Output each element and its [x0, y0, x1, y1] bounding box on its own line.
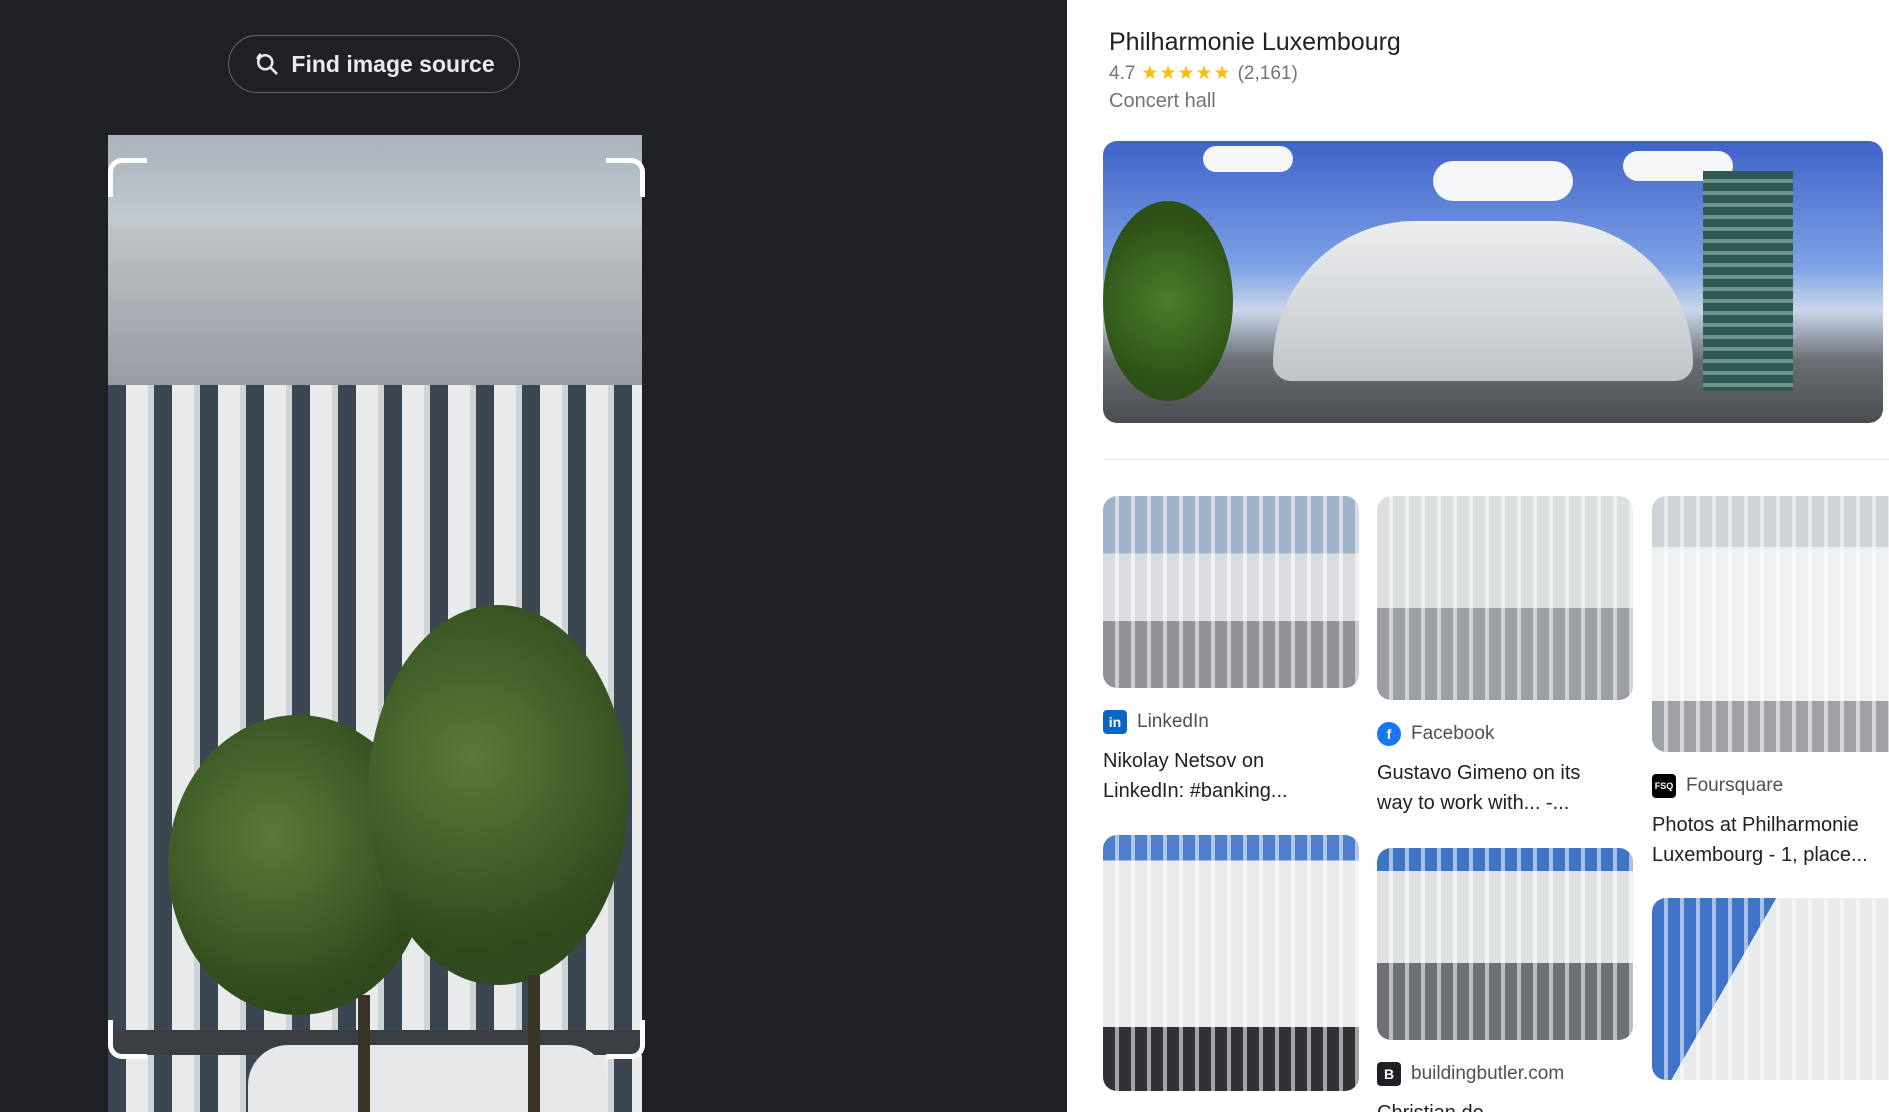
pillars [1652, 496, 1889, 752]
concert-hall [1273, 221, 1693, 381]
result-caption-line: LinkedIn: #banking... [1103, 780, 1288, 802]
result-thumbnail[interactable] [1103, 835, 1359, 1091]
cloud [1433, 161, 1573, 201]
crop-handle-bottom-right[interactable] [606, 1020, 645, 1059]
result-source[interactable]: B buildingbutler.com [1377, 1062, 1633, 1086]
result-card[interactable]: FSQ Foursquare Photos at Philharmonie Lu… [1652, 496, 1889, 870]
buildingbutler-icon: B [1377, 1062, 1401, 1086]
result-thumbnail[interactable] [1652, 496, 1889, 752]
divider [1103, 459, 1889, 460]
result-caption-line: Gustavo Gimeno on its [1377, 762, 1581, 784]
place-category: Concert hall [1109, 90, 1216, 112]
result-thumbnail[interactable] [1103, 496, 1359, 688]
result-source-name: Foursquare [1686, 775, 1784, 796]
result-thumbnail[interactable] [1377, 848, 1633, 1040]
van [248, 1045, 608, 1112]
foursquare-icon: FSQ [1652, 774, 1676, 798]
result-card[interactable]: in LinkedIn Nikolay Netsov on LinkedIn: … [1103, 496, 1359, 806]
place-hero-image[interactable] [1103, 141, 1883, 423]
result-caption[interactable]: Photos at Philharmonie Luxembourg - 1, p… [1652, 810, 1889, 870]
cloud [1203, 146, 1293, 172]
result-card[interactable] [1103, 835, 1359, 1091]
find-image-source-label: Find image source [291, 50, 495, 77]
review-count[interactable]: (2,161) [1238, 63, 1298, 85]
tree [368, 605, 628, 985]
sky [108, 135, 642, 235]
tree [1103, 201, 1233, 401]
left-panel: Find image source [0, 0, 1067, 1112]
result-caption-line: Nikolay Netsov on [1103, 750, 1265, 772]
result-source[interactable]: f Facebook [1377, 722, 1633, 746]
result-source[interactable]: in LinkedIn [1103, 710, 1359, 734]
tree-trunk [358, 995, 370, 1112]
pillars [1103, 835, 1359, 1091]
pillars [1652, 898, 1889, 1080]
pillars [1103, 496, 1359, 688]
result-card[interactable] [1652, 898, 1889, 1080]
crop-handle-bottom-left[interactable] [108, 1020, 147, 1059]
result-thumbnail[interactable] [1377, 496, 1633, 700]
rating-value: 4.7 [1109, 62, 1136, 84]
result-source[interactable]: FSQ Foursquare [1652, 774, 1889, 798]
result-thumbnail[interactable] [1652, 898, 1889, 1080]
linkedin-icon: in [1103, 710, 1127, 734]
result-caption-line: Photos at Philharmonie [1652, 814, 1859, 836]
office-tower [1703, 171, 1793, 391]
facebook-icon: f [1377, 722, 1401, 746]
crop-handle-top-right[interactable] [606, 158, 645, 197]
result-caption-line: Christian de [1377, 1098, 1633, 1112]
find-image-source-button[interactable]: Find image source [228, 35, 520, 93]
result-source-name: Facebook [1411, 723, 1495, 744]
pillars [1377, 848, 1633, 1040]
query-image[interactable] [108, 135, 642, 1112]
result-caption-line: Luxembourg - 1, place... [1652, 844, 1868, 866]
lens-search-icon [256, 53, 279, 75]
rating-row: 4.7 ★★★★★ (2,161) [1109, 62, 1298, 85]
place-title[interactable]: Philharmonie Luxembourg [1109, 28, 1401, 57]
result-caption-line: way to work with... -... [1377, 792, 1570, 814]
result-caption[interactable]: Gustavo Gimeno on its way to work with..… [1377, 758, 1633, 818]
result-source-name: LinkedIn [1137, 711, 1209, 732]
results-panel: Philharmonie Luxembourg 4.7 ★★★★★ (2,161… [1067, 0, 1889, 1112]
crop-handle-top-left[interactable] [108, 158, 147, 197]
result-card[interactable]: B buildingbutler.com Christian de [1377, 848, 1633, 1112]
tree-trunk [528, 975, 540, 1112]
result-caption[interactable]: Nikolay Netsov on LinkedIn: #banking... [1103, 746, 1359, 806]
star-rating-icon: ★★★★★ [1141, 63, 1232, 84]
result-card[interactable]: f Facebook Gustavo Gimeno on its way to … [1377, 496, 1633, 818]
pillars [1377, 496, 1633, 700]
result-source-name: buildingbutler.com [1411, 1063, 1565, 1084]
result-caption[interactable]: Christian de [1377, 1098, 1633, 1112]
